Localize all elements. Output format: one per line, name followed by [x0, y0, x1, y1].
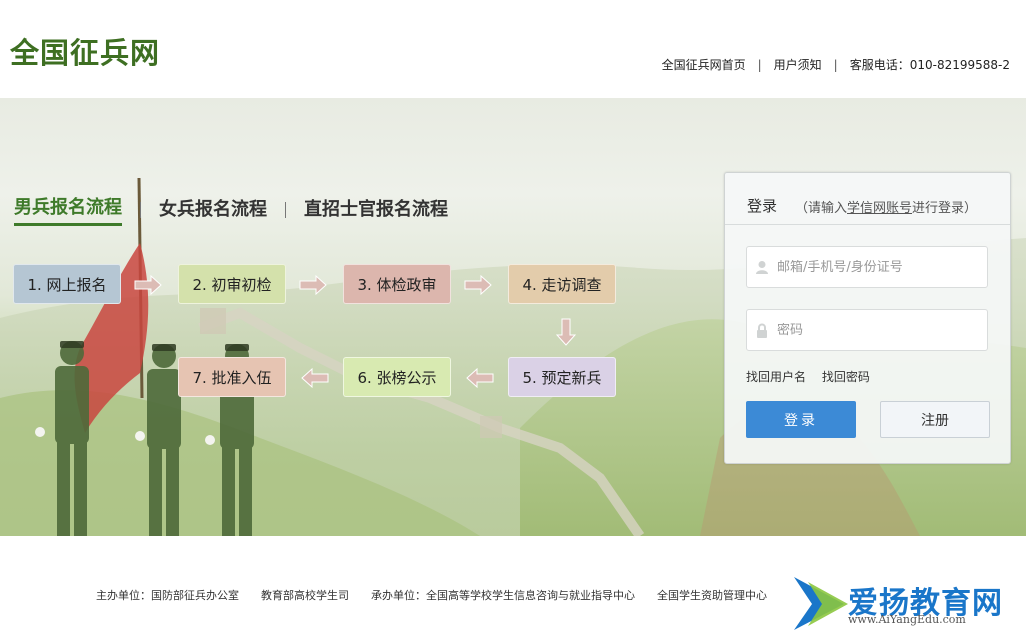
top-nav: 全国征兵网首页 | 用户须知 | 客服电话：010-82199588-2	[662, 56, 1010, 73]
step-approve-enlistment: 7. 批准入伍	[178, 357, 286, 397]
login-hint: （请输入学信网账号进行登录）	[795, 197, 977, 216]
host-unit-2: 教育部高校学生司	[261, 589, 349, 602]
nav-user-notice-link[interactable]: 用户须知	[774, 56, 822, 73]
login-hint-prefix: （请输入	[795, 201, 848, 216]
header: 全国征兵网 全国征兵网首页 | 用户须知 | 客服电话：010-82199588…	[0, 0, 1026, 98]
xuexin-account-link[interactable]: 学信网账号	[847, 201, 912, 216]
user-icon	[747, 260, 777, 274]
register-button[interactable]: 注册	[880, 401, 990, 438]
organizer-unit: 承办单位：全国高等学校学生信息咨询与就业指导中心	[371, 589, 635, 602]
step-online-registration: 1. 网上报名	[13, 264, 121, 304]
arrow-right-icon	[134, 275, 162, 295]
host-unit: 主办单位：国防部征兵办公室	[96, 589, 239, 602]
site-logo[interactable]: 全国征兵网	[10, 30, 160, 72]
find-username-link[interactable]: 找回用户名	[746, 370, 806, 384]
lock-icon	[747, 323, 777, 338]
tab-divider	[140, 201, 141, 218]
arrow-right-icon	[464, 275, 492, 295]
nav-separator: |	[757, 57, 762, 72]
step-physical-political-exam: 3. 体检政审	[343, 264, 451, 304]
password-input[interactable]	[777, 322, 977, 338]
arrow-left-icon	[466, 368, 494, 388]
tab-female-process[interactable]: 女兵报名流程	[159, 195, 267, 225]
step-public-notice: 6. 张榜公示	[343, 357, 451, 397]
tab-divider	[285, 201, 286, 218]
customer-service-phone: 客服电话：010-82199588-2	[849, 58, 1010, 72]
watermark-url: www.AiYangEdu.com	[848, 613, 966, 626]
process-tabs: 男兵报名流程 女兵报名流程 直招士官报名流程	[14, 193, 448, 226]
login-title: 登录	[747, 197, 778, 215]
recovery-links: 找回用户名 找回密码	[746, 368, 882, 385]
username-input[interactable]	[777, 259, 977, 275]
login-button[interactable]: 登录	[746, 401, 856, 438]
username-field[interactable]	[746, 246, 988, 288]
step-home-visit: 4. 走访调查	[508, 264, 616, 304]
arrow-left-icon	[301, 368, 329, 388]
find-password-link[interactable]: 找回密码	[822, 370, 870, 384]
step-reserve-recruit: 5. 预定新兵	[508, 357, 616, 397]
organizer-unit-2: 全国学生资助管理中心	[657, 589, 767, 602]
login-hint-suffix: 进行登录）	[912, 201, 978, 216]
login-panel: 登录 （请输入学信网账号进行登录） 找回用户名 找回密码 登录 注册	[724, 172, 1011, 464]
tab-nco-process[interactable]: 直招士官报名流程	[304, 195, 448, 225]
step-preliminary-check: 2. 初审初检	[178, 264, 286, 304]
arrow-right-icon	[299, 275, 327, 295]
tab-male-process[interactable]: 男兵报名流程	[14, 193, 122, 226]
login-header: 登录 （请输入学信网账号进行登录）	[725, 173, 1010, 225]
nav-separator: |	[833, 57, 838, 72]
arrow-down-icon	[556, 318, 576, 346]
password-field[interactable]	[746, 309, 988, 351]
nav-home-link[interactable]: 全国征兵网首页	[662, 56, 746, 73]
footer-credits: 主办单位：国防部征兵办公室 教育部高校学生司 承办单位：全国高等学校学生信息咨询…	[96, 587, 789, 603]
